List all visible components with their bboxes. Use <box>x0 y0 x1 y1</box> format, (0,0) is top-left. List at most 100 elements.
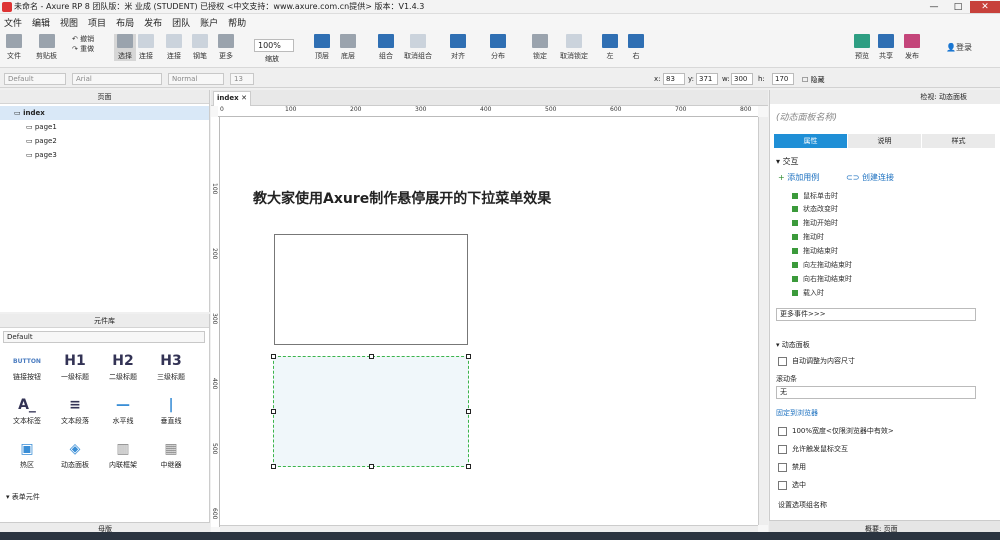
zoom-select[interactable]: 100% <box>254 39 294 52</box>
auto-fit-checkbox[interactable]: 自动调整为内容尺寸 <box>778 356 855 366</box>
publish-button[interactable]: 发布 <box>904 34 920 61</box>
align-button[interactable]: 对齐 <box>450 34 466 61</box>
menu-project[interactable]: 项目 <box>88 16 106 29</box>
interaction-section[interactable]: ▾ 交互 <box>776 156 799 167</box>
resize-handle[interactable] <box>466 464 471 469</box>
full-width-checkbox[interactable]: 100%宽度<仅限浏览器中有效> <box>778 426 894 436</box>
event-item[interactable]: 向左拖动结束时 <box>792 260 852 270</box>
lock-button[interactable]: 锁定 <box>532 34 548 61</box>
lib-link-button[interactable]: BUTTON 链接按钮 <box>2 350 52 382</box>
resize-handle[interactable] <box>271 354 276 359</box>
resize-handle[interactable] <box>466 409 471 414</box>
lib-paragraph[interactable]: ≡ 文本段落 <box>50 394 100 426</box>
page-item-page1[interactable]: ▭ page1 <box>0 120 209 134</box>
y-field[interactable]: 371 <box>696 73 718 85</box>
distribute-button[interactable]: 分布 <box>490 34 506 61</box>
event-item[interactable]: 鼠标单击时 <box>792 191 838 201</box>
event-item[interactable]: 拖动开始时 <box>792 218 838 228</box>
style-select[interactable]: Default <box>4 73 66 85</box>
undo-button[interactable]: ↶ 撤销 <box>72 34 94 44</box>
menu-edit[interactable]: 编辑 <box>32 16 50 29</box>
pin-to-browser-link[interactable]: 固定到浏览器 <box>776 408 818 418</box>
connect-tool-button[interactable]: 连接 <box>138 34 154 61</box>
create-link-button[interactable]: ⊂⊃ 创建连接 <box>846 172 894 183</box>
lib-hotspot[interactable]: ▣ 热区 <box>2 438 52 470</box>
resize-handle[interactable] <box>271 464 276 469</box>
tab-notes[interactable]: 说明 <box>848 134 922 148</box>
clipboard-button[interactable]: 剪贴板 <box>36 34 57 61</box>
scrollbar-select[interactable]: 无 <box>776 386 976 399</box>
preview-button[interactable]: 预览 <box>854 34 870 61</box>
menu-team[interactable]: 团队 <box>172 16 190 29</box>
login-button[interactable]: 👤 登录 <box>946 42 972 53</box>
form-section-header[interactable]: ▾ 表单元件 <box>6 492 40 502</box>
tab-properties[interactable]: 属性 <box>774 134 848 148</box>
more-button[interactable]: 更多 <box>218 34 234 61</box>
share-button[interactable]: 共享 <box>878 34 894 61</box>
group-button[interactable]: 组合 <box>378 34 394 61</box>
event-item[interactable]: 向右拖动结束时 <box>792 274 852 284</box>
page-item-index[interactable]: ▭ index <box>0 106 209 120</box>
h-field[interactable]: 170 <box>772 73 794 85</box>
tab-index[interactable]: index ✕ <box>213 91 251 106</box>
lib-hline[interactable]: — 水平线 <box>98 394 148 426</box>
resize-handle[interactable] <box>466 354 471 359</box>
resize-handle[interactable] <box>369 464 374 469</box>
event-item[interactable]: 载入时 <box>792 288 824 298</box>
page-item-page2[interactable]: ▭ page2 <box>0 134 209 148</box>
menu-account[interactable]: 账户 <box>200 16 218 29</box>
ungroup-button[interactable]: 取消组合 <box>404 34 432 61</box>
vertical-scrollbar[interactable] <box>758 117 768 525</box>
lib-text-label[interactable]: A_ 文本标签 <box>2 394 52 426</box>
left-button[interactable]: 左 <box>602 34 618 61</box>
lib-inline-frame[interactable]: ▥ 内联框架 <box>98 438 148 470</box>
dynamic-panel-widget[interactable] <box>271 354 471 469</box>
hide-checkbox[interactable]: ☐ 隐藏 <box>802 75 825 85</box>
panel-name-field[interactable]: (动态面板名称) <box>776 110 837 123</box>
close-button[interactable]: ✕ <box>970 0 1000 13</box>
minimize-button[interactable]: — <box>922 1 946 13</box>
page-item-page3[interactable]: ▭ page3 <box>0 148 209 162</box>
menu-help[interactable]: 帮助 <box>228 16 246 29</box>
rectangle-widget[interactable] <box>274 234 468 345</box>
size-select[interactable]: 13 <box>230 73 254 85</box>
w-field[interactable]: 300 <box>731 73 753 85</box>
selected-checkbox[interactable]: 选中 <box>778 480 806 490</box>
pen-tool-button[interactable]: 钢笔 <box>192 34 208 61</box>
event-item[interactable]: 状态改变时 <box>792 204 838 214</box>
send-bottom-button[interactable]: 底层 <box>340 34 356 61</box>
weight-select[interactable]: Normal <box>168 73 224 85</box>
library-select[interactable]: Default <box>3 331 205 343</box>
x-field[interactable]: 83 <box>663 73 685 85</box>
menu-file[interactable]: 文件 <box>4 16 22 29</box>
maximize-button[interactable]: □ <box>946 1 970 13</box>
bring-top-button[interactable]: 顶层 <box>314 34 330 61</box>
lib-h1[interactable]: H1 一级标题 <box>50 350 100 382</box>
more-events-select[interactable]: 更多事件>>> <box>776 308 976 321</box>
resize-handle[interactable] <box>369 354 374 359</box>
lib-h2[interactable]: H2 二级标题 <box>98 350 148 382</box>
file-button[interactable]: 文件 <box>6 34 22 61</box>
redo-button[interactable]: ↷ 重做 <box>72 44 94 54</box>
lib-repeater[interactable]: ▦ 中继器 <box>146 438 196 470</box>
disabled-checkbox[interactable]: 禁用 <box>778 462 806 472</box>
event-item[interactable]: 拖动结束时 <box>792 246 838 256</box>
close-tab-icon[interactable]: ✕ <box>241 94 247 102</box>
dynamic-panel-section[interactable]: ▾ 动态面板 <box>776 340 810 350</box>
menu-view[interactable]: 视图 <box>60 16 78 29</box>
resize-handle[interactable] <box>271 409 276 414</box>
canvas-heading[interactable]: 教大家使用Axure制作悬停展开的下拉菜单效果 <box>253 188 551 208</box>
select-tool-button[interactable]: 选择 <box>114 34 136 61</box>
right-button[interactable]: 右 <box>628 34 644 61</box>
lib-vline[interactable]: | 垂直线 <box>146 394 196 426</box>
menu-publish[interactable]: 发布 <box>144 16 162 29</box>
lib-h3[interactable]: H3 三级标题 <box>146 350 196 382</box>
menu-layout[interactable]: 布局 <box>116 16 134 29</box>
tab-style[interactable]: 样式 <box>922 134 996 148</box>
connector-button[interactable]: 连接 <box>166 34 182 61</box>
add-case-button[interactable]: + 添加用例 <box>778 172 819 183</box>
event-item[interactable]: 拖动时 <box>792 232 824 242</box>
unlock-button[interactable]: 取消锁定 <box>560 34 588 61</box>
allow-trigger-checkbox[interactable]: 允许触发鼠标交互 <box>778 444 848 454</box>
font-select[interactable]: Arial <box>72 73 162 85</box>
